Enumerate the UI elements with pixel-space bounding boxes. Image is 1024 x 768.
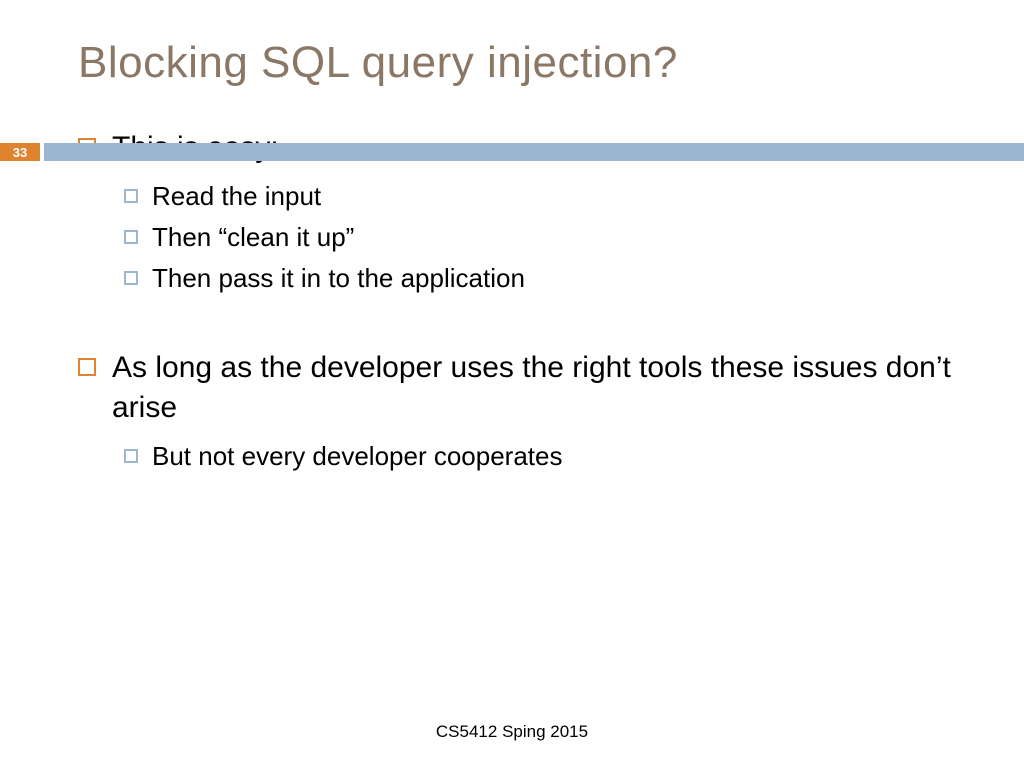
bullet-level2: But not every developer cooperates: [124, 439, 964, 474]
bullet-level2: Then “clean it up”: [124, 220, 964, 255]
page-number-bar: 33: [0, 143, 1024, 161]
square-bullet-small-icon: [124, 189, 138, 203]
bullet-level2: Then pass it in to the application: [124, 261, 964, 296]
slide-footer: CS5412 Sping 2015: [0, 722, 1024, 742]
bullet-text: But not every developer cooperates: [152, 439, 562, 474]
page-number: 33: [0, 143, 40, 161]
square-bullet-small-icon: [124, 230, 138, 244]
slide-title: Blocking SQL query injection?: [0, 0, 1024, 88]
bullet-text: As long as the developer uses the right …: [112, 348, 964, 429]
bullet-text: Then pass it in to the application: [152, 261, 525, 296]
title-underline-bar: [44, 143, 1024, 161]
square-bullet-small-icon: [124, 271, 138, 285]
bullet-level1: As long as the developer uses the right …: [78, 348, 964, 429]
bullet-text: Then “clean it up”: [152, 220, 354, 255]
square-bullet-icon: [78, 358, 96, 376]
bullet-level2: Read the input: [124, 179, 964, 214]
bullet-text: Read the input: [152, 179, 321, 214]
square-bullet-small-icon: [124, 449, 138, 463]
